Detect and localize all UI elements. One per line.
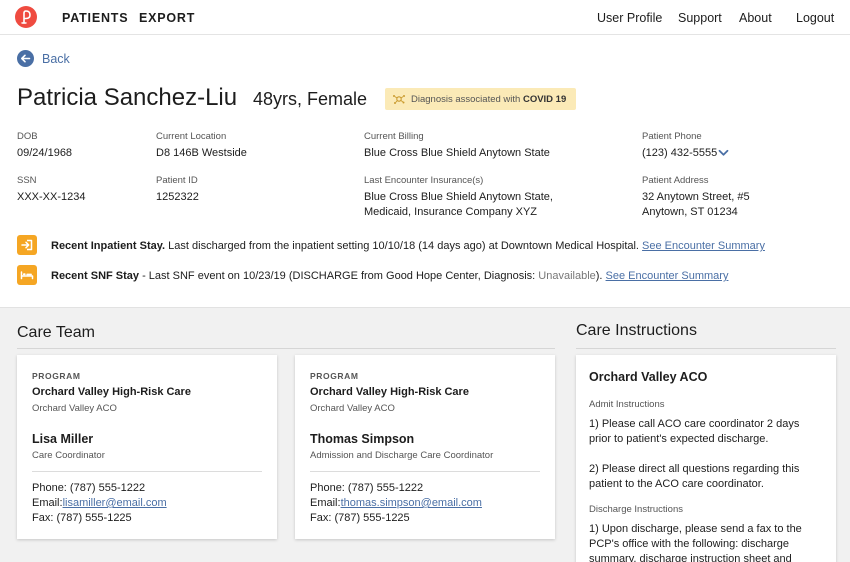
- care-team-card-2: PROGRAM Orchard Valley High-Risk Care Or…: [295, 355, 555, 539]
- discharge-instruction-1-line3: summary, discharge instruction sheet and: [589, 553, 792, 562]
- member-role: Admission and Discharge Care Coordinator: [310, 450, 494, 461]
- back-label: Back: [42, 52, 70, 66]
- member-fax: Fax: (787) 555-1225: [310, 512, 410, 524]
- address-value-line1: 32 Anytown Street, #5: [642, 191, 750, 203]
- insurance-label: Last Encounter Insurance(s): [364, 175, 484, 186]
- admit-instruction-1-line2: prior to patient's expected discharge.: [589, 433, 769, 445]
- member-phone: Phone: (787) 555-1222: [310, 482, 424, 494]
- instructions-org: Orchard Valley ACO: [589, 370, 708, 384]
- member-email-link[interactable]: lisamiller@email.com: [63, 497, 167, 509]
- ssn-label: SSN: [17, 175, 37, 186]
- brand-logo-icon[interactable]: [15, 6, 37, 28]
- snf-encounter-summary-link[interactable]: See Encounter Summary: [606, 270, 729, 282]
- diagnosis-badge: Diagnosis associated with COVID 19: [385, 88, 576, 110]
- location-label: Current Location: [156, 131, 227, 142]
- program-name: Orchard Valley High-Risk Care: [32, 386, 191, 398]
- member-name: Lisa Miller: [32, 432, 94, 446]
- care-team-title: Care Team: [17, 324, 95, 341]
- ssn-value: XXX-XX-1234: [17, 191, 86, 203]
- diagnosis-name: COVID 19: [522, 94, 567, 105]
- member-name: Thomas Simpson: [310, 432, 415, 446]
- inpatient-stay-title: Recent Inpatient Stay.: [51, 240, 166, 252]
- program-label: PROGRAM: [32, 371, 81, 381]
- chevron-down-icon[interactable]: [718, 149, 729, 157]
- admit-instruction-2-line2: patient to the ACO care coordinator.: [589, 478, 764, 490]
- dob-label: DOB: [17, 131, 38, 142]
- discharge-instructions-label: Discharge Instructions: [589, 504, 683, 515]
- program-org: Orchard Valley ACO: [32, 403, 117, 414]
- nav-about[interactable]: About: [739, 11, 772, 25]
- nav-export[interactable]: EXPORT: [139, 11, 195, 25]
- care-instructions-title: Care Instructions: [576, 322, 697, 339]
- care-team-divider: [17, 348, 555, 349]
- virus-icon: [393, 95, 405, 104]
- member-email-link[interactable]: thomas.simpson@email.com: [341, 497, 482, 509]
- snf-stay-row: Recent SNF Stay - Last SNF event on 10/2…: [51, 270, 729, 282]
- nav-support[interactable]: Support: [678, 11, 722, 25]
- address-value-line2: Anytown, ST 01234: [642, 206, 738, 218]
- billing-label: Current Billing: [364, 131, 424, 142]
- admit-instruction-1-line1: 1) Please call ACO care coordinator 2 da…: [589, 418, 800, 430]
- location-value: D8 146B Westside: [156, 147, 247, 159]
- detail-panel: Care Team PROGRAM Orchard Valley High-Ri…: [0, 307, 850, 562]
- nav-patients[interactable]: PATIENTS: [62, 11, 128, 25]
- program-label: PROGRAM: [310, 371, 359, 381]
- inpatient-stay-row: Recent Inpatient Stay. Last discharged f…: [51, 240, 765, 252]
- discharge-instruction-1-line1: 1) Upon discharge, please send a fax to …: [589, 523, 802, 535]
- member-phone: Phone: (787) 555-1222: [32, 482, 146, 494]
- care-team-card-1: PROGRAM Orchard Valley High-Risk Care Or…: [17, 355, 277, 539]
- member-email-row: Email:lisamiller@email.com: [32, 497, 167, 509]
- member-role: Care Coordinator: [32, 450, 105, 461]
- dob-value: 09/24/1968: [17, 147, 73, 159]
- inpatient-encounter-summary-link[interactable]: See Encounter Summary: [642, 240, 765, 252]
- member-email-row: Email:thomas.simpson@email.com: [310, 497, 482, 509]
- care-instructions-card: Orchard Valley ACO Admit Instructions 1)…: [576, 355, 836, 562]
- patient-id-value: 1252322: [156, 191, 199, 203]
- patient-id-label: Patient ID: [156, 175, 198, 186]
- patient-name: Patricia Sanchez-Liu: [17, 84, 238, 111]
- snf-stay-title: Recent SNF Stay: [51, 270, 140, 282]
- member-fax: Fax: (787) 555-1225: [32, 512, 132, 524]
- enter-icon: [17, 235, 37, 255]
- diagnosis-text: Diagnosis associated with COVID 19: [411, 94, 567, 105]
- patient-age-gender: 48yrs, Female: [253, 89, 368, 109]
- card-divider: [32, 471, 262, 472]
- billing-value: Blue Cross Blue Shield Anytown State: [364, 147, 550, 159]
- top-nav: PATIENTS EXPORT User Profile Support Abo…: [0, 0, 850, 35]
- program-org: Orchard Valley ACO: [310, 403, 395, 414]
- card-divider: [310, 471, 540, 472]
- bed-icon: [17, 265, 37, 285]
- address-label: Patient Address: [642, 175, 709, 186]
- arrow-left-icon: [17, 50, 34, 67]
- nav-logout[interactable]: Logout: [796, 11, 834, 25]
- insurance-value-line1: Blue Cross Blue Shield Anytown State,: [364, 191, 553, 203]
- nav-user-profile[interactable]: User Profile: [597, 11, 662, 25]
- admit-instruction-2-line1: 2) Please direct all questions regarding…: [589, 463, 800, 475]
- discharge-instruction-1-line2: PCP's office with the following: dischar…: [589, 538, 789, 550]
- phone-label: Patient Phone: [642, 131, 702, 142]
- phone-value: (123) 432-5555: [642, 147, 718, 159]
- admit-instructions-label: Admit Instructions: [589, 399, 665, 410]
- insurance-value-line2: Medicaid, Insurance Company XYZ: [364, 206, 538, 218]
- program-name: Orchard Valley High-Risk Care: [310, 386, 469, 398]
- care-instructions-divider: [576, 348, 836, 349]
